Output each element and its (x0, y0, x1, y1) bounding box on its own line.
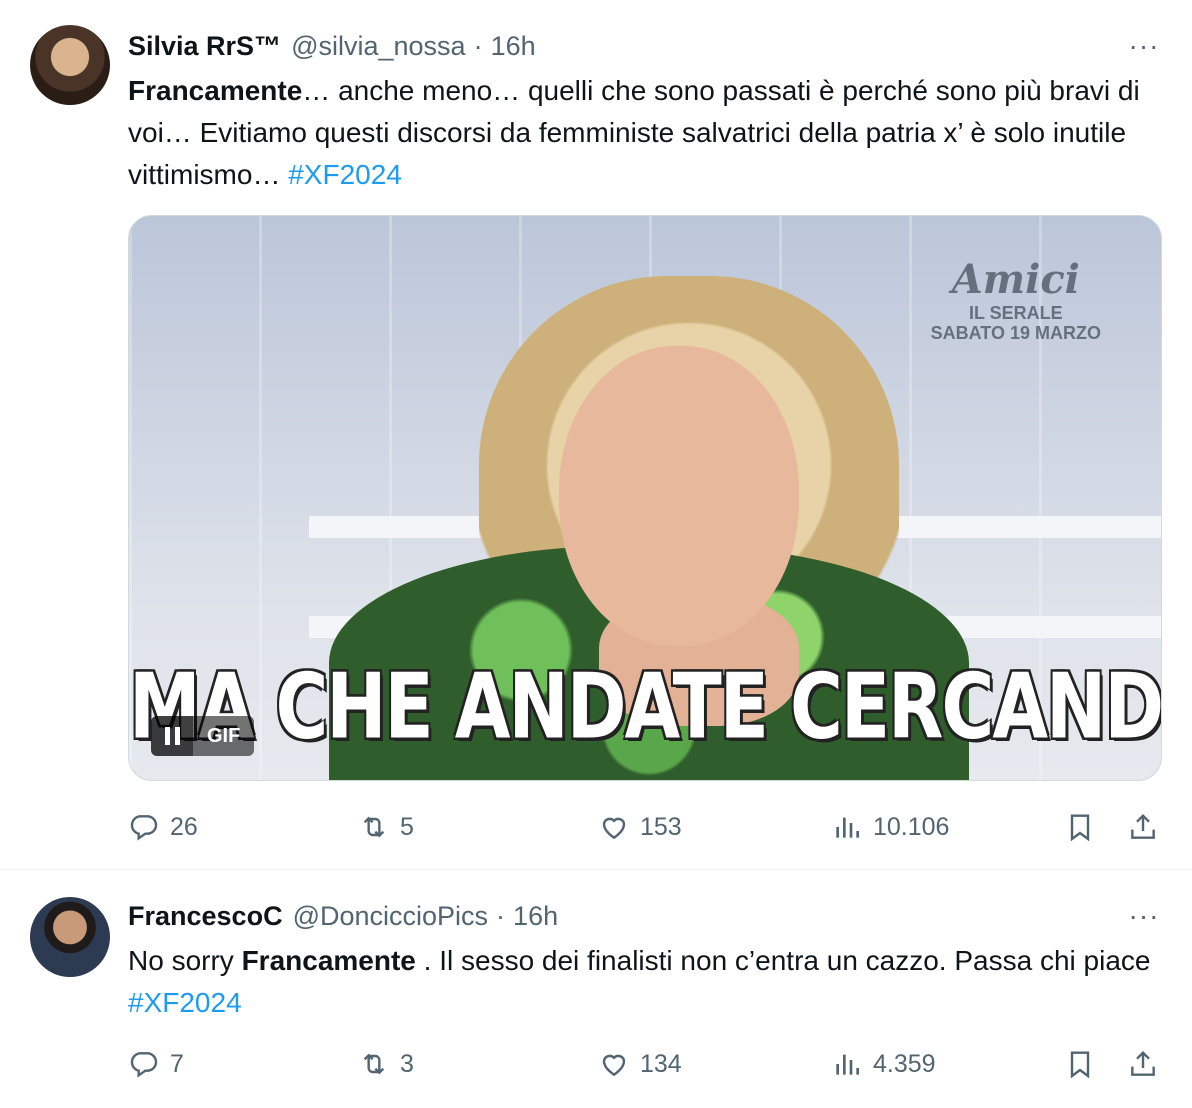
display-name[interactable]: FrancescoC (128, 901, 283, 932)
avatar[interactable] (30, 897, 110, 977)
user-handle[interactable]: @silvia_nossa (291, 31, 466, 62)
logo-title: Amici (951, 256, 1080, 303)
tweet-header: Silvia RrS™ @silvia_nossa · 16h (128, 26, 536, 66)
tweet[interactable]: FrancescoC @DonciccioPics · 16h ··· No s… (0, 870, 1192, 1108)
views-chart-icon (836, 817, 859, 838)
like-button[interactable]: 153 (598, 805, 682, 849)
tweet-text-body: . Il sesso dei finalisti non c’entra un … (415, 945, 1151, 976)
gif-badge: GIF (193, 716, 255, 756)
reply-icon (130, 815, 158, 841)
repost-count: 3 (400, 1049, 414, 1078)
share-icon (1131, 1050, 1155, 1076)
bookmark-icon (1070, 1051, 1090, 1079)
share-icon (1131, 813, 1155, 839)
repost-count: 5 (400, 812, 414, 841)
like-button[interactable]: 134 (598, 1042, 682, 1086)
person-face (559, 346, 799, 646)
logo-line: SABATO 19 MARZO (930, 323, 1101, 343)
reply-icon (130, 1052, 158, 1078)
view-count: 10.106 (873, 812, 950, 841)
user-handle[interactable]: @DonciccioPics (293, 901, 488, 932)
hashtag-link[interactable]: #XF2024 (288, 159, 402, 190)
tweet-text-lead: No sorry (128, 945, 242, 976)
reply-button[interactable]: 26 (128, 805, 198, 849)
like-count: 153 (640, 812, 682, 841)
repost-button[interactable]: 5 (358, 805, 414, 849)
more-options-icon[interactable]: ··· (1126, 28, 1162, 64)
repost-button[interactable]: 3 (358, 1042, 414, 1086)
action-bar: 26 5 153 10.106 (128, 805, 1162, 849)
tweet-text-bold: Francamente (241, 945, 416, 976)
separator: · (473, 30, 483, 61)
timestamp[interactable]: 16h (513, 901, 558, 932)
like-count: 134 (640, 1049, 682, 1078)
bookmark-button[interactable] (1064, 805, 1096, 849)
gif-controls: GIF (151, 716, 255, 756)
hashtag-link[interactable]: #XF2024 (128, 987, 242, 1018)
repost-icon (363, 816, 385, 838)
separator: · (496, 900, 506, 931)
bookmark-button[interactable] (1064, 1042, 1096, 1086)
timestamp[interactable]: 16h (491, 31, 536, 62)
gif-caption: MA CHE ANDATE CERCANDO? (129, 653, 1162, 759)
avatar[interactable] (30, 25, 110, 105)
action-bar: 7 3 134 4.359 (128, 1042, 1162, 1086)
bookmark-icon (1070, 814, 1090, 842)
reply-count: 26 (170, 812, 198, 841)
tweet-header: FrancescoC @DonciccioPics · 16h (128, 896, 558, 936)
more-options-icon[interactable]: ··· (1126, 898, 1162, 934)
reply-count: 7 (170, 1049, 184, 1078)
view-count: 4.359 (873, 1049, 936, 1078)
tv-logo: Amici IL SERALE SABATO 19 MARZO (931, 256, 1101, 343)
tweet-text: No sorry Francamente . Il sesso dei fina… (128, 940, 1164, 1024)
share-button[interactable] (1127, 805, 1159, 849)
heart-icon (602, 1054, 626, 1077)
pause-icon[interactable] (151, 716, 193, 756)
tweet-text-bold: Francamente (128, 75, 303, 106)
share-button[interactable] (1127, 1042, 1159, 1086)
display-name[interactable]: Silvia RrS™ (128, 31, 281, 62)
views-button[interactable]: 10.106 (831, 805, 949, 849)
heart-icon (602, 817, 626, 840)
gif-media[interactable]: Amici IL SERALE SABATO 19 MARZO MA CHE A… (128, 215, 1162, 781)
repost-icon (363, 1053, 385, 1075)
reply-button[interactable]: 7 (128, 1042, 184, 1086)
views-button[interactable]: 4.359 (831, 1042, 936, 1086)
logo-line: IL SERALE (968, 303, 1063, 323)
tweet-text: Francamente… anche meno… quelli che sono… (128, 70, 1164, 196)
views-chart-icon (836, 1054, 859, 1075)
tweet[interactable]: Silvia RrS™ @silvia_nossa · 16h ··· Fran… (0, 0, 1192, 870)
